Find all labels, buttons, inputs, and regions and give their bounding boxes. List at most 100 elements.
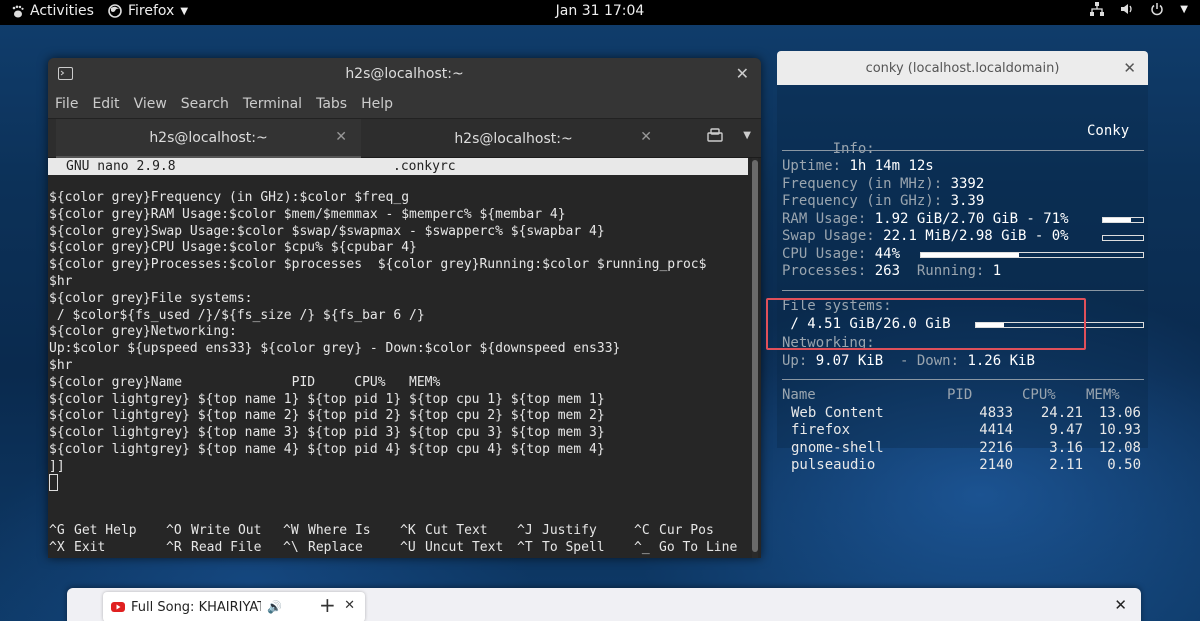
volume-icon xyxy=(1121,4,1132,14)
firefox-window: Full Song: KHAIRIYAT ( 🔊 ✕ + ✕ xyxy=(67,588,1141,621)
tab-label: h2s@localhost:~ xyxy=(454,130,573,147)
shortcut-label: Cut Text xyxy=(425,523,488,538)
code-line: ${color grey}Networking: xyxy=(49,324,237,340)
shortcut-key: ^G xyxy=(49,523,65,538)
uptime-value: 1h 14m 12s xyxy=(849,158,934,174)
info-label: Info: xyxy=(832,140,875,157)
shortcut: ^R Read File xyxy=(166,540,283,557)
terminal-tab-1[interactable]: h2s@localhost:~ ✕ xyxy=(56,119,361,158)
ram-row: RAM Usage: 1.92 GiB/2.70 GiB - 71% xyxy=(782,211,1069,229)
table-header-name: Name xyxy=(782,387,816,403)
chevron-down-icon: ▼ xyxy=(180,5,189,17)
close-icon[interactable]: ✕ xyxy=(344,598,355,613)
shortcut-label: Write Out xyxy=(191,523,262,538)
close-icon[interactable]: ✕ xyxy=(1114,596,1127,614)
shortcut-label: Exit xyxy=(74,539,106,555)
swap-label: Swap Usage: xyxy=(782,228,884,244)
conky-panel: Info: Conky Uptime: 1h 14m 12s Frequency… xyxy=(777,85,1148,473)
freq-mhz-row: Frequency (in MHz): 3392 xyxy=(782,176,984,194)
conky-title: conky (localhost.localdomain) xyxy=(865,60,1060,76)
nano-version: GNU nano 2.9.8 xyxy=(66,159,176,174)
terminal-window: h2s@localhost:~ ✕ File Edit View Search … xyxy=(48,58,761,558)
activities-label: Activities xyxy=(30,3,94,19)
terminal-titlebar[interactable]: h2s@localhost:~ ✕ xyxy=(48,58,761,90)
uptime-label: Uptime: xyxy=(782,158,850,174)
process-pid: 4414 xyxy=(979,422,1013,438)
shortcut-label: Replace xyxy=(308,539,363,555)
process-mem: 13.06 xyxy=(1098,404,1141,421)
code-line: $hr xyxy=(49,357,73,373)
conky-titlebar[interactable]: conky (localhost.localdomain) ✕ xyxy=(777,51,1148,85)
terminal-tab-2[interactable]: h2s@localhost:~ ✕ xyxy=(361,119,666,158)
process-cpu: 24.21 xyxy=(1040,404,1083,421)
gnome-foot-icon xyxy=(12,5,24,17)
scrollbar-thumb[interactable] xyxy=(752,160,758,552)
code-line: ${color grey}Name PID CPU% MEM% xyxy=(49,374,441,390)
ram-value: 1.92 GiB/2.70 GiB - 71% xyxy=(874,210,1069,227)
system-tray[interactable]: ▼ xyxy=(1090,2,1188,16)
speaker-icon[interactable]: 🔊 xyxy=(267,600,282,614)
clock[interactable]: Jan 31 17:04 xyxy=(556,3,645,19)
file-content[interactable]: ${color grey}Frequency (in GHz):$color $… xyxy=(49,190,706,476)
nano-filename: .conkyrc xyxy=(393,159,456,174)
nano-shortcuts: ^G Get Help ^O Write Out ^W Where Is ^K Cut Tex… xyxy=(49,523,751,556)
menu-search[interactable]: Search xyxy=(181,96,229,112)
cpu-value: 44% xyxy=(874,245,901,262)
table-header-cpu: CPU% xyxy=(1022,387,1056,403)
shortcut-key: ^R xyxy=(166,539,182,555)
menu-file[interactable]: File xyxy=(55,96,78,112)
swap-bar xyxy=(1102,235,1144,241)
shortcut-key: ^T xyxy=(517,539,533,555)
scrollbar[interactable] xyxy=(752,158,758,558)
menu-edit[interactable]: Edit xyxy=(92,96,119,112)
shortcut: ^J Justify xyxy=(517,523,634,540)
new-tab-icon[interactable] xyxy=(707,128,723,142)
table-header-mem: MEM% xyxy=(1086,387,1120,403)
terminal-content[interactable]: GNU nano 2.9.8 .conkyrc ${color grey}Fre… xyxy=(48,158,761,558)
running-value: 1 xyxy=(992,263,1002,279)
process-mem: 0.50 xyxy=(1107,457,1141,473)
youtube-icon xyxy=(111,602,125,612)
close-icon[interactable]: ✕ xyxy=(1123,59,1136,77)
code-line: ]] xyxy=(49,458,65,474)
close-icon[interactable]: ✕ xyxy=(736,64,749,83)
top-bar: Activities Firefox ▼ Jan 31 17:04 ▼ xyxy=(0,0,1200,25)
shortcut-key: ^O xyxy=(166,523,182,538)
shortcut-key: ^\ xyxy=(283,539,299,555)
menu-terminal[interactable]: Terminal xyxy=(243,96,302,112)
chevron-down-icon[interactable]: ▼ xyxy=(743,130,751,141)
shortcut-key: ^X xyxy=(49,539,65,555)
running-label: Running: xyxy=(900,263,993,279)
cpu-bar xyxy=(920,252,1144,258)
ram-bar-fill xyxy=(1103,218,1132,222)
freq-mhz-value: 3392 xyxy=(950,175,985,192)
tab-label: h2s@localhost:~ xyxy=(149,129,268,146)
freq-ghz-row: Frequency (in GHz): 3.39 xyxy=(782,193,984,211)
conky-window: conky (localhost.localdomain) ✕ Info: Co… xyxy=(777,51,1148,473)
firefox-icon xyxy=(108,4,122,18)
close-icon[interactable]: ✕ xyxy=(335,129,347,145)
close-icon[interactable]: ✕ xyxy=(640,129,652,145)
shortcut-key: ^U xyxy=(400,539,416,555)
cpu-bar-fill xyxy=(921,253,1019,257)
menu-tabs[interactable]: Tabs xyxy=(316,96,347,112)
app-menu[interactable]: Firefox ▼ xyxy=(108,3,188,19)
shortcut-key: ^K xyxy=(400,523,416,538)
new-tab-button[interactable]: + xyxy=(319,593,336,617)
ram-bar xyxy=(1102,217,1144,223)
processes-value: 263 xyxy=(874,263,901,279)
info-value: Conky xyxy=(1087,123,1130,139)
code-line: ${color grey}RAM Usage:$color $mem/$memm… xyxy=(49,206,566,222)
shortcut: ^T To Spell xyxy=(517,540,634,557)
menu-view[interactable]: View xyxy=(134,96,167,112)
terminal-tabbar: h2s@localhost:~ ✕ h2s@localhost:~ ✕ ▼ xyxy=(48,118,761,158)
divider xyxy=(782,379,1144,380)
app-menu-label: Firefox xyxy=(128,3,175,19)
activities-button[interactable]: Activities xyxy=(12,3,94,19)
shortcut-label: Uncut Text xyxy=(425,539,504,555)
code-line: ${color lightgrey} ${top name 1} ${top p… xyxy=(49,391,605,407)
menu-help[interactable]: Help xyxy=(361,96,393,112)
shortcut-key: ^J xyxy=(517,523,533,538)
terminal-icon xyxy=(58,67,73,80)
up-value: 9.07 KiB xyxy=(815,352,884,369)
